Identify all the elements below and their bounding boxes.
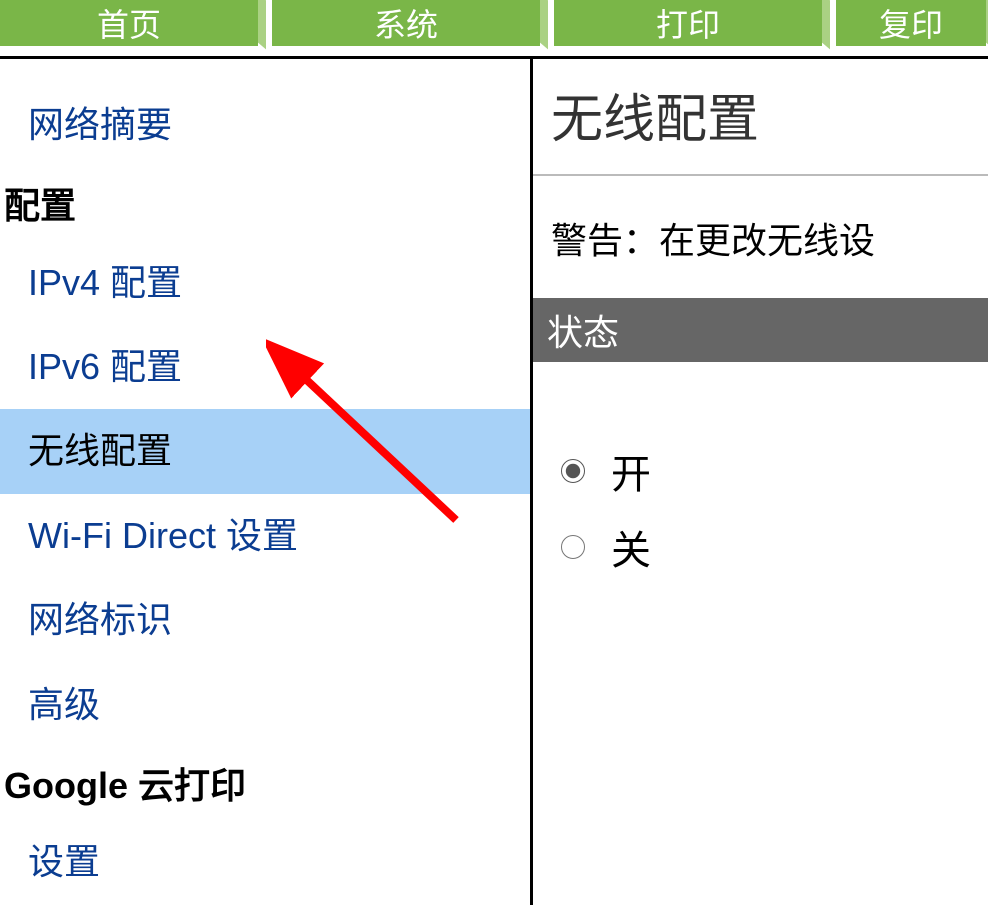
tab-home[interactable]: 首页 <box>0 0 258 46</box>
nav-network-id[interactable]: 网络标识 <box>0 578 530 662</box>
page-title: 无线配置 <box>533 59 988 176</box>
tab-copy[interactable]: 复印 <box>836 0 986 46</box>
nav-wifi-direct[interactable]: Wi-Fi Direct 设置 <box>0 494 530 578</box>
radio-on[interactable] <box>561 459 585 483</box>
warning-text: 警告：在更改无线设 <box>533 176 988 298</box>
nav-ipv4-config[interactable]: IPv4 配置 <box>0 241 530 325</box>
nav-ipv6-config[interactable]: IPv6 配置 <box>0 325 530 409</box>
radio-off[interactable] <box>561 535 585 559</box>
nav-section-google: Google 云打印 <box>0 747 530 820</box>
body-row: 网络摘要 配置 IPv4 配置 IPv6 配置 无线配置 Wi-Fi Direc… <box>0 56 988 905</box>
nav-network-summary[interactable]: 网络摘要 <box>0 83 530 167</box>
nav-settings[interactable]: 设置 <box>0 820 530 904</box>
nav-advanced[interactable]: 高级 <box>0 663 530 747</box>
radio-off-label: 关 <box>611 518 651 576</box>
tab-bar: 首页 系统 打印 复印 <box>0 0 988 50</box>
status-bar: 状态 <box>533 298 988 362</box>
nav-section-config: 配置 <box>0 167 530 240</box>
radio-group-status: 开 关 <box>533 362 988 576</box>
sidebar: 网络摘要 配置 IPv4 配置 IPv6 配置 无线配置 Wi-Fi Direc… <box>0 59 530 905</box>
radio-on-label: 开 <box>611 442 651 500</box>
main-panel: 无线配置 警告：在更改无线设 状态 开 关 <box>530 59 988 905</box>
tab-print[interactable]: 打印 <box>554 0 822 46</box>
nav-wireless-config[interactable]: 无线配置 <box>0 409 530 493</box>
radio-row-on[interactable]: 开 <box>561 442 988 500</box>
radio-row-off[interactable]: 关 <box>561 518 988 576</box>
tab-system[interactable]: 系统 <box>272 0 540 46</box>
